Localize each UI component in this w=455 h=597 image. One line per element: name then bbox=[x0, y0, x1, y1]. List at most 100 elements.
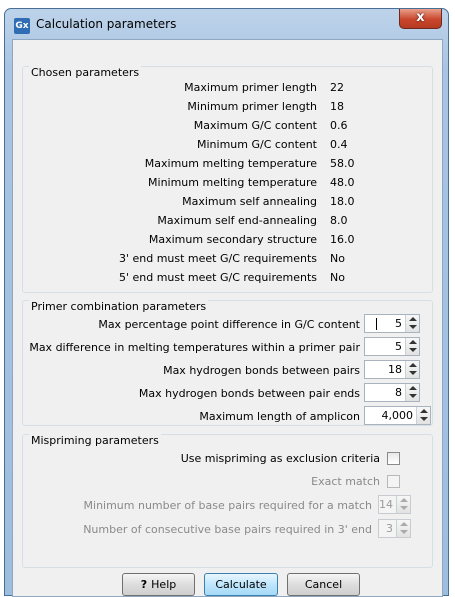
hbond-pairs-spinner[interactable]: 18 bbox=[364, 360, 420, 379]
param-label: 5' end must meet G/C requirements bbox=[118, 271, 317, 284]
amplicon-length-stepper[interactable] bbox=[416, 407, 430, 424]
tm-difference-stepper[interactable] bbox=[405, 338, 419, 355]
chosen-parameters-group: Chosen parameters Maximum primer length … bbox=[22, 66, 433, 293]
consecutive-pairs-value: 3 bbox=[386, 522, 393, 535]
gc-difference-label: Max percentage point difference in G/C c… bbox=[98, 318, 360, 331]
hbond-ends-label: Max hydrogen bonds between pair ends bbox=[138, 387, 360, 400]
tm-difference-label: Max difference in melting temperatures w… bbox=[29, 341, 360, 354]
increment-icon[interactable] bbox=[420, 409, 428, 413]
help-icon: ? bbox=[140, 578, 148, 591]
param-label: Maximum melting temperature bbox=[144, 157, 317, 170]
param-label: Maximum primer length bbox=[184, 81, 317, 94]
consecutive-pairs-stepper[interactable] bbox=[396, 520, 410, 537]
hbond-ends-stepper[interactable] bbox=[405, 384, 419, 401]
param-label: Maximum G/C content bbox=[193, 119, 317, 132]
param-label: Maximum self annealing bbox=[182, 195, 317, 208]
help-button-label: Help bbox=[151, 578, 177, 591]
calculate-button[interactable]: Calculate bbox=[204, 573, 278, 596]
use-mispriming-label: Use mispriming as exclusion criteria bbox=[180, 452, 380, 465]
exact-match-label: Exact match bbox=[311, 475, 380, 488]
param-label: Maximum self end-annealing bbox=[157, 214, 317, 227]
dialog-window: Gx Calculation parameters x Chosen param… bbox=[4, 8, 449, 597]
param-label: Minimum G/C content bbox=[197, 138, 317, 151]
param-value: 58.0 bbox=[330, 157, 355, 170]
help-button[interactable]: ? Help bbox=[122, 573, 195, 596]
decrement-icon[interactable] bbox=[420, 417, 428, 421]
increment-icon[interactable] bbox=[409, 363, 417, 367]
param-row: Maximum self annealing 18.0 bbox=[23, 195, 434, 209]
primer-combination-title: Primer combination parameters bbox=[29, 300, 209, 313]
param-value: 8.0 bbox=[330, 214, 348, 227]
decrement-icon[interactable] bbox=[409, 325, 417, 329]
param-value: 18.0 bbox=[330, 195, 355, 208]
primer-combination-group: Primer combination parameters Max percen… bbox=[22, 300, 433, 426]
mispriming-group: Mispriming parameters Use mispriming as … bbox=[22, 434, 433, 568]
param-value: 16.0 bbox=[330, 233, 355, 246]
hbond-ends-spinner[interactable]: 8 bbox=[364, 383, 420, 402]
param-label: Minimum melting temperature bbox=[148, 176, 317, 189]
title-bar[interactable]: Gx Calculation parameters x bbox=[5, 9, 448, 41]
chosen-parameters-title: Chosen parameters bbox=[29, 66, 142, 79]
increment-icon[interactable] bbox=[400, 498, 408, 502]
consecutive-pairs-spinner[interactable]: 3 bbox=[378, 519, 411, 538]
mispriming-title: Mispriming parameters bbox=[29, 434, 161, 447]
param-value: 22 bbox=[330, 81, 344, 94]
param-row: Minimum primer length 18 bbox=[23, 100, 434, 114]
param-row: Minimum G/C content 0.4 bbox=[23, 138, 434, 152]
min-pairs-value: 14 bbox=[379, 498, 393, 511]
decrement-icon[interactable] bbox=[409, 394, 417, 398]
tm-difference-spinner[interactable]: 5 bbox=[364, 337, 420, 356]
param-row: Maximum secondary structure 16.0 bbox=[23, 233, 434, 247]
param-row: Maximum melting temperature 58.0 bbox=[23, 157, 434, 171]
param-row: Maximum G/C content 0.6 bbox=[23, 119, 434, 133]
param-value: No bbox=[330, 252, 345, 265]
param-row: Maximum self end-annealing 8.0 bbox=[23, 214, 434, 228]
param-row: 5' end must meet G/C requirements No bbox=[23, 271, 434, 285]
decrement-icon[interactable] bbox=[400, 506, 408, 510]
param-label: Maximum secondary structure bbox=[148, 233, 317, 246]
param-row: 3' end must meet G/C requirements No bbox=[23, 252, 434, 266]
min-pairs-spinner[interactable]: 14 bbox=[378, 495, 411, 514]
hbond-pairs-value: 18 bbox=[388, 363, 402, 376]
increment-icon[interactable] bbox=[409, 317, 417, 321]
param-row: Minimum melting temperature 48.0 bbox=[23, 176, 434, 190]
text-cursor bbox=[376, 318, 377, 330]
dialog-body: Chosen parameters Maximum primer length … bbox=[12, 39, 443, 597]
use-mispriming-checkbox[interactable] bbox=[387, 452, 400, 465]
param-value: 0.6 bbox=[330, 119, 348, 132]
increment-icon[interactable] bbox=[400, 522, 408, 526]
param-label: Minimum primer length bbox=[187, 100, 317, 113]
close-icon: x bbox=[416, 10, 425, 25]
decrement-icon[interactable] bbox=[409, 371, 417, 375]
window-title: Calculation parameters bbox=[36, 17, 177, 31]
cancel-button[interactable]: Cancel bbox=[287, 573, 360, 596]
increment-icon[interactable] bbox=[409, 386, 417, 390]
amplicon-length-spinner[interactable]: 4,000 bbox=[364, 406, 431, 425]
min-pairs-stepper[interactable] bbox=[396, 496, 410, 513]
close-button[interactable]: x bbox=[399, 9, 442, 29]
decrement-icon[interactable] bbox=[409, 348, 417, 352]
gc-difference-stepper[interactable] bbox=[405, 315, 419, 332]
param-value: 0.4 bbox=[330, 138, 348, 151]
app-icon: Gx bbox=[14, 18, 30, 34]
increment-icon[interactable] bbox=[409, 340, 417, 344]
param-value: No bbox=[330, 271, 345, 284]
tm-difference-value: 5 bbox=[395, 340, 402, 353]
consecutive-pairs-label: Number of consecutive base pairs require… bbox=[83, 523, 372, 536]
min-pairs-label: Minimum number of base pairs required fo… bbox=[83, 499, 372, 512]
param-row: Maximum primer length 22 bbox=[23, 81, 434, 95]
decrement-icon[interactable] bbox=[400, 530, 408, 534]
exact-match-checkbox[interactable] bbox=[387, 475, 400, 488]
param-value: 18 bbox=[330, 100, 344, 113]
gc-difference-value: 5 bbox=[395, 317, 402, 330]
param-label: 3' end must meet G/C requirements bbox=[118, 252, 317, 265]
calculate-button-label: Calculate bbox=[215, 578, 267, 591]
cancel-button-label: Cancel bbox=[304, 578, 343, 591]
param-value: 48.0 bbox=[330, 176, 355, 189]
hbond-pairs-stepper[interactable] bbox=[405, 361, 419, 378]
hbond-ends-value: 8 bbox=[395, 386, 402, 399]
amplicon-length-label: Maximum length of amplicon bbox=[199, 410, 360, 423]
amplicon-length-value: 4,000 bbox=[381, 409, 414, 422]
hbond-pairs-label: Max hydrogen bonds between pairs bbox=[163, 364, 360, 377]
gc-difference-spinner[interactable]: 5 bbox=[364, 314, 420, 333]
